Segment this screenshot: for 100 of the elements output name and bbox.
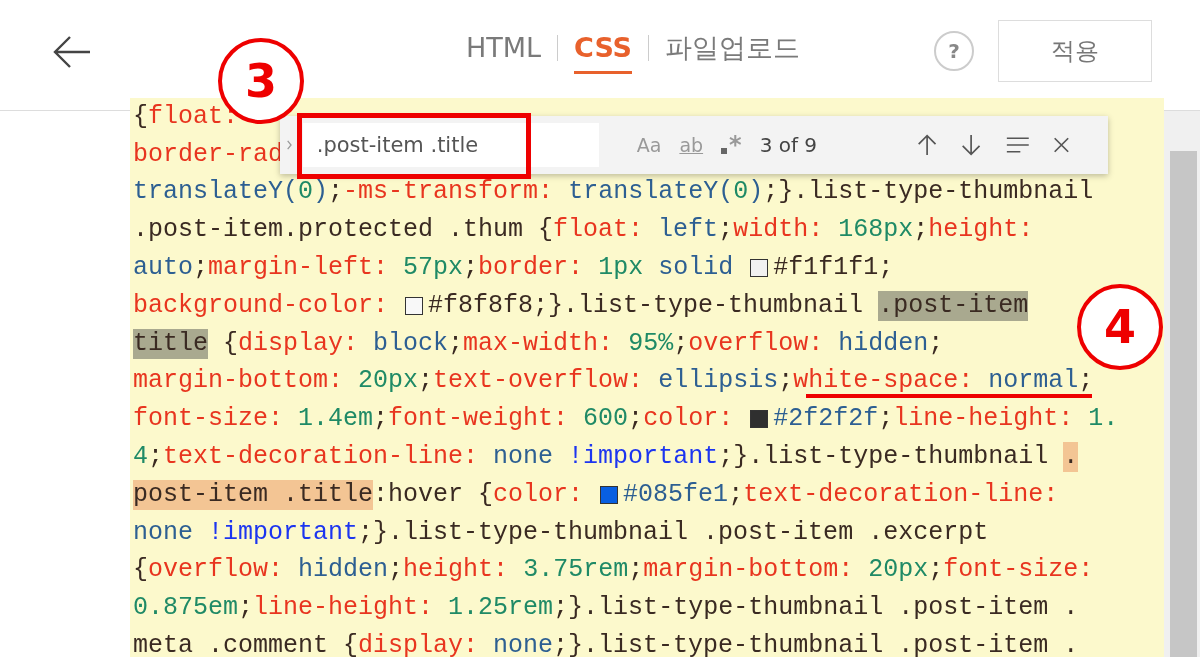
code-token: float: (553, 215, 644, 246)
code-token: hidden (297, 555, 389, 586)
code-token: border-rad (133, 139, 284, 170)
code-token: auto (133, 253, 193, 284)
code-token: ;}.list-type-thumbnail (718, 442, 1050, 473)
scrollbar-thumb[interactable] (1170, 151, 1197, 657)
code-token: font-size: (943, 555, 1094, 586)
tab[interactable]: HTML (465, 28, 542, 74)
code-token: ; (448, 328, 464, 359)
code-token: line-height: (893, 404, 1074, 435)
code-token: background-color: (133, 290, 390, 321)
code-token: margin-bottom: (643, 555, 854, 586)
code-token: height: (928, 215, 1034, 246)
code-token: #f1f1f1; (773, 253, 894, 284)
code-token: !important (207, 517, 359, 548)
code-token: 600 (582, 404, 629, 435)
code-token: 3.75rem (522, 555, 629, 586)
code-token: white-space: (793, 366, 974, 397)
code-token: margin-left: (208, 253, 389, 284)
code-token: ;}.list-type-thumbnail (763, 177, 1094, 208)
code-token: border: (478, 253, 584, 284)
regex-toggle[interactable]: * (721, 131, 742, 159)
whole-word-toggle[interactable]: ab (679, 134, 704, 156)
code-token: 0 (733, 177, 749, 208)
code-token: none (492, 442, 554, 473)
code-token: overflow: (148, 555, 284, 586)
code-token: 57px (402, 253, 464, 284)
code-token: { (133, 101, 148, 132)
code-token: ; (148, 442, 164, 473)
code-token: text-decoration-line: (163, 442, 479, 473)
code-token: translateY( (567, 177, 734, 208)
code-token: line-height: (253, 593, 434, 624)
match-count: 3 of 9 (759, 133, 818, 157)
code-token: ) (313, 177, 329, 208)
code-token: ; (913, 215, 929, 246)
close-icon[interactable] (1053, 135, 1070, 155)
code-token: ; (628, 404, 644, 435)
code-token: #085fe1 (623, 479, 729, 510)
code-token: .post-item (878, 290, 1029, 321)
code-token: font-weight: (388, 404, 569, 435)
code-token: -ms-transform: (343, 177, 554, 208)
code-token: float: (148, 101, 239, 132)
code-token: text-overflow: (433, 366, 644, 397)
code-token: 20px (357, 366, 419, 397)
code-token: color: (643, 404, 735, 435)
code-token: 0 (298, 177, 314, 208)
code-token: 1.4em (297, 404, 374, 435)
code-token: height: (403, 555, 509, 586)
match-case-toggle[interactable]: Aa (636, 134, 662, 156)
code-token: #2f2f2f (773, 404, 879, 435)
code-token: ; (928, 555, 944, 586)
code-token: ; (193, 253, 209, 284)
tab[interactable]: CSS (574, 28, 633, 74)
code-token: 95% (627, 328, 674, 359)
help-button[interactable]: ? (934, 31, 974, 71)
apply-button[interactable]: 적용 (998, 20, 1152, 82)
arrow-down-icon[interactable] (961, 132, 982, 158)
code-token: ;}.list-type-thumbnail .post-item . (553, 593, 1079, 624)
code-token: . (1063, 442, 1079, 473)
code-token: title (133, 328, 208, 359)
code-token: display: (358, 631, 479, 657)
code-token: solid (657, 253, 735, 284)
code-token: block (372, 328, 449, 359)
code-token: ) (748, 177, 764, 208)
code-token: ellipsis (657, 366, 779, 397)
code-token: ; (878, 404, 894, 435)
code-token: none (133, 517, 193, 548)
code-token: meta .comment { (133, 631, 359, 657)
code-token: ; (388, 555, 404, 586)
code-token: 0.875em (133, 593, 239, 624)
code-token: ; (718, 215, 734, 246)
code-token: post-item .title (133, 479, 374, 510)
code-token: ; (328, 177, 344, 208)
back-arrow-icon[interactable] (52, 35, 92, 69)
code-token: ; (673, 328, 689, 359)
code-token: ;}.list-type-thumbnail .post-item .excerpt (358, 517, 989, 548)
code-token: margin-bottom: (133, 366, 344, 397)
code-token: display: (238, 328, 359, 359)
code-token: ; (463, 253, 479, 284)
code-token: ; (628, 555, 644, 586)
tab[interactable]: 파일업로드 (665, 25, 801, 77)
code-token: ; (373, 404, 389, 435)
code-token: overflow: (688, 328, 824, 359)
code-token: ; (418, 366, 434, 397)
code-token: 20px (867, 555, 929, 586)
code-token: 168px (837, 215, 914, 246)
code-token: ; (778, 366, 794, 397)
code-token: none (492, 631, 554, 657)
lines-icon[interactable] (1005, 135, 1030, 155)
code-token: text-decoration-line: (743, 479, 1059, 510)
code-token: hidden (837, 328, 929, 359)
code-token: ; (928, 328, 944, 359)
code-token: :hover { (373, 479, 494, 510)
code-token: left (657, 215, 719, 246)
find-input[interactable]: .post-item .title (302, 123, 599, 167)
code-token: .post-item.protected .thum { (133, 215, 554, 246)
arrow-up-icon[interactable] (917, 132, 938, 158)
code-token: !important (567, 442, 719, 473)
code-token: translateY( (133, 177, 299, 208)
code-token: font-size: (133, 404, 284, 435)
